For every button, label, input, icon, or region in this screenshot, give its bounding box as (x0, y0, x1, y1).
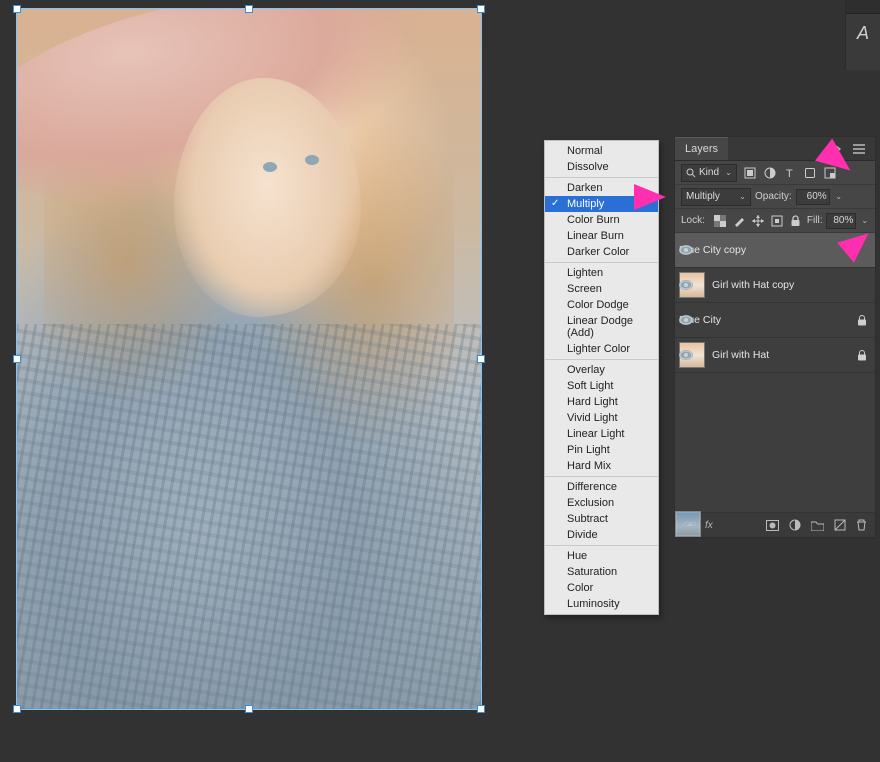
annotation-arrow-blend (634, 184, 666, 210)
visibility-toggle[interactable] (679, 280, 693, 290)
layer-fx-button[interactable]: fx (705, 520, 713, 531)
blend-mode-option[interactable]: Subtract (545, 511, 658, 527)
opacity-slider-toggle[interactable]: ⌄ (834, 192, 844, 201)
tab-layers-label: Layers (685, 143, 718, 155)
lock-all-icon[interactable] (789, 214, 803, 228)
filter-type-icons: T (743, 166, 837, 180)
composite-image (16, 8, 482, 710)
visibility-icon (679, 315, 693, 329)
blend-mode-option[interactable]: Color Burn (545, 212, 658, 228)
fill-label: Fill: (807, 215, 823, 226)
visibility-toggle[interactable] (679, 315, 693, 325)
blend-mode-option[interactable]: Hue (545, 548, 658, 564)
delete-layer-icon[interactable] (856, 519, 867, 531)
layer-list: Blue City copy Girl with Hat copy Blue Cit… (675, 233, 875, 373)
layer-lock-indicator (857, 315, 869, 326)
canvas-image[interactable] (16, 8, 482, 710)
blend-mode-option[interactable]: Difference (545, 479, 658, 495)
lock-fill-row: Lock: Fill: 80% ⌄ (675, 209, 875, 233)
blend-mode-option[interactable]: Pin Light (545, 442, 658, 458)
character-panel-icon[interactable]: A (846, 14, 880, 52)
blend-mode-option[interactable]: Divide (545, 527, 658, 543)
adjustment-layer-icon[interactable] (789, 519, 801, 531)
layers-panel-footer: fx (675, 513, 875, 537)
lock-label: Lock: (681, 215, 705, 226)
chevron-down-icon: ⌄ (725, 168, 732, 177)
blend-mode-option[interactable]: Luminosity (545, 596, 658, 612)
shape-layer-icon[interactable] (803, 166, 817, 180)
dock-drag-handle[interactable] (846, 0, 880, 14)
layer-lock-indicator (857, 350, 869, 361)
blend-mode-option[interactable]: Color (545, 580, 658, 596)
blend-mode-option[interactable]: Linear Light (545, 426, 658, 442)
layer-name[interactable]: Girl with Hat copy (712, 279, 850, 291)
blend-opacity-row: Multiply ⌄ Opacity: 60% ⌄ (675, 185, 875, 209)
blend-mode-menu[interactable]: NormalDissolveDarkenMultiplyColor BurnLi… (544, 140, 659, 615)
blend-mode-value: Multiply (686, 191, 720, 202)
new-layer-icon[interactable] (834, 519, 846, 531)
opacity-input[interactable]: 60% (796, 189, 830, 205)
layer-thumbnail[interactable] (675, 511, 701, 537)
blend-mode-option[interactable]: Screen (545, 281, 658, 297)
blend-mode-option[interactable]: Soft Light (545, 378, 658, 394)
visibility-icon (679, 280, 693, 294)
lock-position-icon[interactable] (751, 214, 765, 228)
lock-artboard-icon[interactable] (770, 214, 784, 228)
lock-pixels-icon[interactable] (732, 214, 746, 228)
blend-mode-option[interactable]: Vivid Light (545, 410, 658, 426)
layers-panel: Layers Kind ⌄ T Multiply ⌄ Opacity: 60% … (675, 137, 875, 537)
blend-mode-option[interactable]: Hard Mix (545, 458, 658, 474)
tab-layers[interactable]: Layers (675, 137, 728, 160)
blend-mode-select[interactable]: Multiply ⌄ (681, 188, 751, 206)
lock-transparency-icon[interactable] (713, 214, 727, 228)
fill-slider-toggle[interactable]: ⌄ (860, 216, 869, 225)
layer-row[interactable]: Blue City (675, 303, 875, 338)
add-mask-icon[interactable] (766, 520, 779, 531)
blend-mode-option[interactable]: Saturation (545, 564, 658, 580)
right-dock: A (845, 0, 880, 70)
panel-flyout-menu-icon[interactable] (853, 144, 875, 154)
blend-mode-option[interactable]: Lighten (545, 265, 658, 281)
blend-mode-option[interactable]: Exclusion (545, 495, 658, 511)
visibility-icon (679, 350, 693, 364)
adjust-layer-icon[interactable] (763, 166, 777, 180)
opacity-label: Opacity: (755, 191, 792, 202)
blend-mode-option[interactable]: Overlay (545, 362, 658, 378)
blend-mode-option[interactable]: Darker Color (545, 244, 658, 260)
layer-row[interactable]: Girl with Hat (675, 338, 875, 373)
visibility-toggle[interactable] (679, 350, 693, 360)
blend-mode-option[interactable]: Dissolve (545, 159, 658, 175)
filter-kind-select[interactable]: Kind ⌄ (681, 164, 737, 182)
layer-row[interactable]: Girl with Hat copy (675, 268, 875, 303)
new-group-icon[interactable] (811, 520, 824, 531)
blend-mode-option[interactable]: Linear Dodge (Add) (545, 313, 658, 341)
blend-mode-option[interactable]: Linear Burn (545, 228, 658, 244)
type-layer-icon[interactable]: T (783, 166, 797, 180)
search-icon (686, 168, 696, 178)
layer-name[interactable]: Blue City copy (679, 244, 850, 256)
fill-input[interactable]: 80% (826, 213, 856, 229)
pixel-layer-icon[interactable] (743, 166, 757, 180)
layer-name[interactable]: Blue City (679, 314, 850, 326)
layer-list-empty-area[interactable] (675, 373, 875, 513)
chevron-down-icon: ⌄ (739, 192, 746, 201)
canvas-area[interactable] (0, 0, 540, 762)
blend-mode-option[interactable]: Lighter Color (545, 341, 658, 357)
visibility-icon (679, 245, 693, 259)
blend-mode-option[interactable]: Normal (545, 143, 658, 159)
blend-mode-option[interactable]: Hard Light (545, 394, 658, 410)
blend-mode-option[interactable]: Color Dodge (545, 297, 658, 313)
visibility-toggle[interactable] (679, 245, 693, 255)
svg-text:T: T (786, 168, 793, 179)
filter-kind-label: Kind (699, 167, 719, 178)
layer-name[interactable]: Girl with Hat (712, 349, 850, 361)
